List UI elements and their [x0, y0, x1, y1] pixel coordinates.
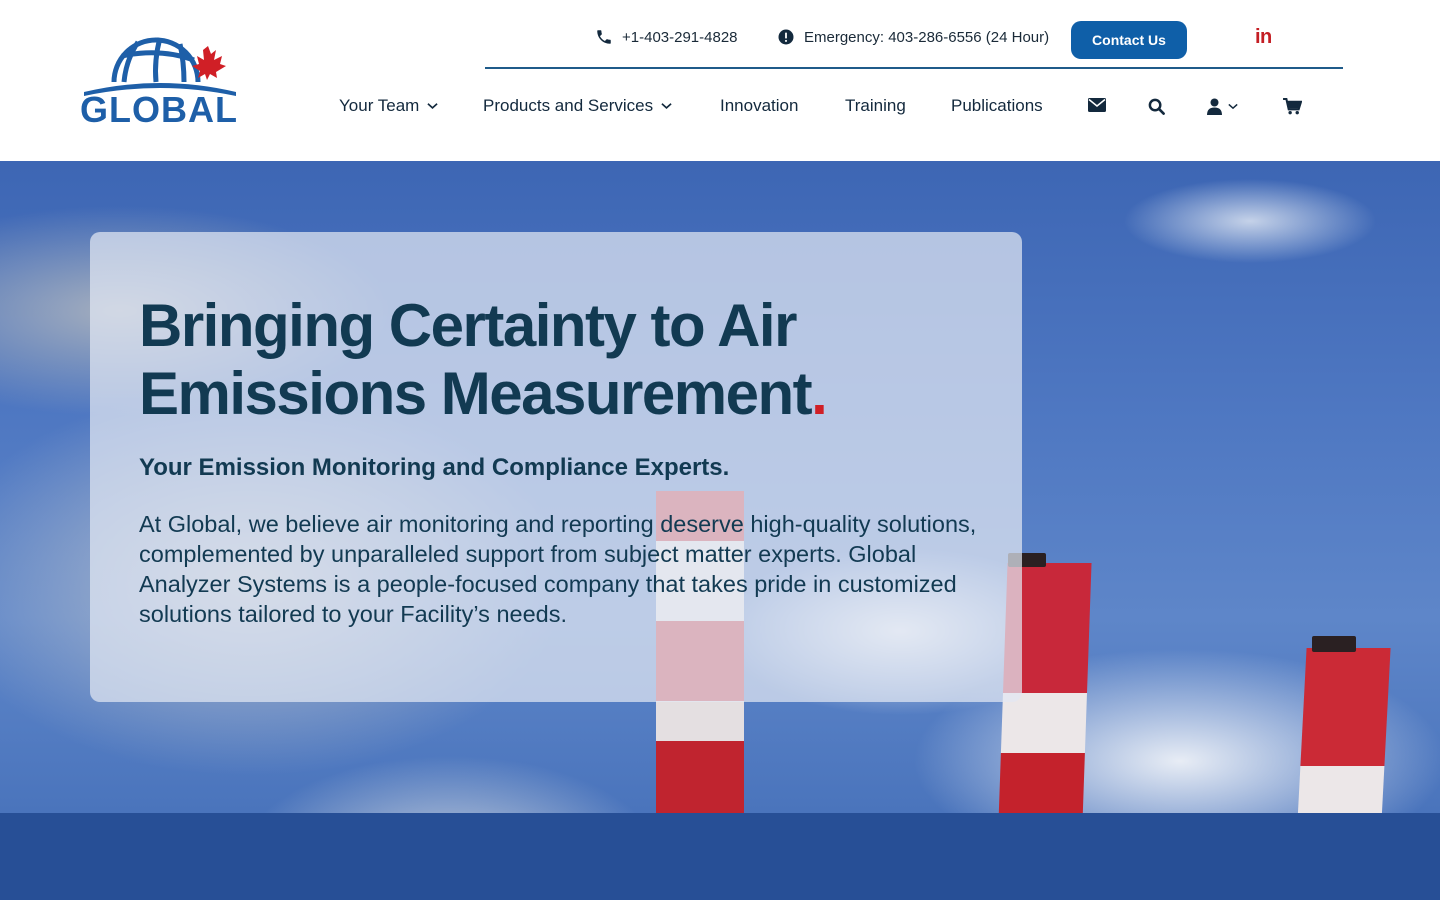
nav-item-label: Products and Services — [483, 96, 654, 115]
nav-item-label: Innovation — [720, 96, 799, 115]
section-divider-band — [0, 813, 1440, 900]
hero-text-card: Bringing Certainty to Air Emissions Meas… — [90, 232, 1022, 702]
phone-icon — [597, 30, 611, 44]
nav-item-label: Your Team — [339, 96, 420, 115]
user-account-menu[interactable] — [1207, 98, 1238, 115]
nav-item-training[interactable]: Training — [845, 96, 906, 116]
hero-section: Bringing Certainty to Air Emissions Meas… — [0, 161, 1440, 813]
linkedin-icon[interactable]: in — [1255, 26, 1272, 49]
emergency-contact: Emergency: 403-286-6556 (24 Hour) — [777, 28, 1049, 46]
hero-title-accent-dot: . — [811, 360, 828, 427]
nav-item-products-and-services[interactable]: Products and Services — [483, 96, 672, 116]
phone-number: +1-403-291-4828 — [622, 28, 738, 46]
hero-title-line-1: Bringing Certainty to Air — [139, 292, 797, 359]
phone-link[interactable]: +1-403-291-4828 — [595, 28, 738, 46]
site-header: GLOBAL +1-403-291-4828 Emergency: 403-28… — [0, 0, 1440, 161]
hero-title: Bringing Certainty to Air Emissions Meas… — [139, 292, 959, 428]
nav-item-label: Publications — [951, 96, 1043, 115]
hero-title-line-2: Emissions Measurement — [139, 360, 813, 427]
nav-item-innovation[interactable]: Innovation — [720, 96, 798, 116]
contact-us-button[interactable]: Contact Us — [1071, 21, 1187, 59]
emergency-text: Emergency: 403-286-6556 (24 Hour) — [804, 28, 1050, 46]
cart-icon[interactable] — [1283, 98, 1302, 115]
exclamation-circle-icon — [778, 29, 794, 45]
nav-item-publications[interactable]: Publications — [951, 96, 1043, 116]
main-navigation: Your Team Products and Services Innovati… — [0, 96, 1440, 120]
nav-item-label: Training — [845, 96, 906, 115]
user-icon — [1207, 98, 1222, 115]
chevron-down-icon — [661, 103, 672, 109]
search-icon[interactable] — [1148, 98, 1165, 115]
envelope-icon[interactable] — [1088, 98, 1106, 112]
smokestack-cap — [1312, 636, 1356, 652]
nav-item-your-team[interactable]: Your Team — [339, 96, 438, 116]
hero-description: At Global, we believe air monitoring and… — [139, 511, 977, 627]
chevron-down-icon — [1228, 103, 1238, 110]
top-utility-bar: +1-403-291-4828 Emergency: 403-286-6556 … — [485, 0, 1343, 69]
chevron-down-icon — [427, 103, 438, 109]
hero-subtitle: Your Emission Monitoring and Compliance … — [139, 454, 730, 481]
smokestack-image — [1297, 648, 1391, 813]
